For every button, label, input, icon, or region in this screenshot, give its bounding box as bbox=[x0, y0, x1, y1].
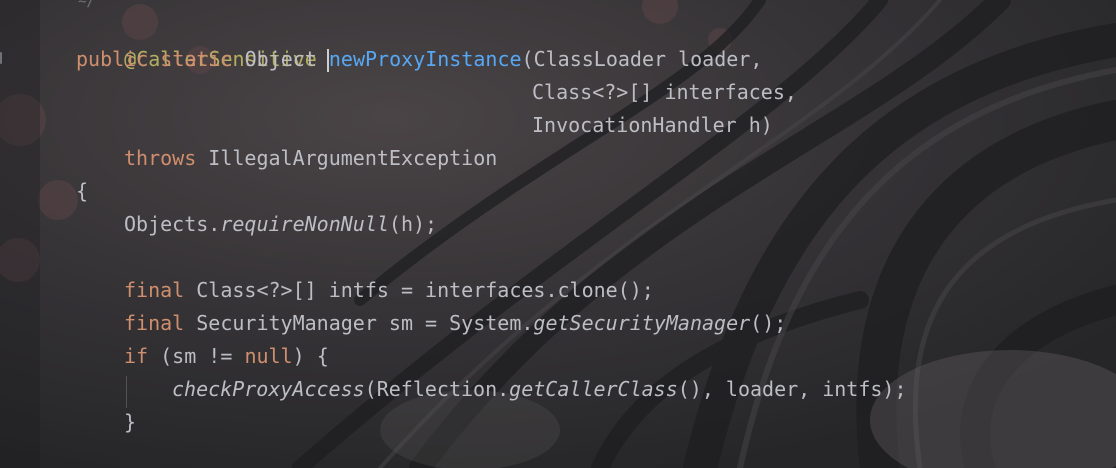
keyword-token: null bbox=[244, 344, 293, 368]
params-token: InvocationHandler h) bbox=[532, 113, 773, 137]
code-token: ) { bbox=[292, 344, 329, 368]
keyword-token: static bbox=[160, 47, 233, 71]
indent-guide bbox=[126, 376, 127, 408]
keyword-token: final bbox=[124, 311, 185, 335]
keyword-token: final bbox=[124, 278, 185, 302]
code-line-4[interactable]: InvocationHandler h) bbox=[532, 109, 773, 142]
static-call-token: getSecurityManager bbox=[533, 311, 751, 335]
params-token: Class<?>[] interfaces, bbox=[532, 80, 797, 104]
code-line-13[interactable]: } bbox=[124, 406, 136, 439]
code-line-5[interactable]: throws IllegalArgumentException bbox=[124, 142, 497, 175]
keyword-token: if bbox=[124, 344, 149, 368]
static-call-token: getCallerClass bbox=[509, 377, 678, 401]
text-caret bbox=[327, 49, 329, 72]
brace-token: { bbox=[76, 179, 89, 203]
code-line-11[interactable]: if (sm != null) { bbox=[124, 340, 329, 373]
code-token: (sm != bbox=[160, 344, 245, 368]
code-token: (Reflection. bbox=[364, 377, 510, 401]
static-call-token: checkProxyAccess bbox=[172, 377, 365, 401]
keyword-token: throws bbox=[124, 146, 197, 170]
static-call-token: requireNonNull bbox=[220, 212, 389, 236]
code-line-9[interactable]: final Class<?>[] intfs = interfaces.clon… bbox=[124, 274, 654, 307]
folded-code-icon: ~/ bbox=[78, 0, 95, 10]
code-token: (); bbox=[750, 311, 787, 335]
code-editor[interactable]: ~/ @CallerSensitive public static Object… bbox=[0, 0, 1116, 468]
code-line-3[interactable]: Class<?>[] interfaces, bbox=[532, 76, 797, 109]
code-token: (), loader, intfs); bbox=[677, 377, 907, 401]
exception-token: IllegalArgumentException bbox=[208, 146, 498, 170]
code-line-7[interactable]: Objects.requireNonNull(h); bbox=[124, 208, 437, 241]
code-line-10[interactable]: final SecurityManager sm = System.getSec… bbox=[124, 307, 786, 340]
code-token: (h); bbox=[388, 212, 438, 236]
code-line-12[interactable]: checkProxyAccess(Reflection.getCallerCla… bbox=[172, 373, 907, 406]
brace-token: } bbox=[124, 410, 137, 434]
code-line-1[interactable]: @CallerSensitive bbox=[76, 10, 317, 71]
code-line-2[interactable]: public static Object newProxyInstance(Cl… bbox=[76, 43, 762, 76]
code-line-6[interactable]: { bbox=[76, 175, 88, 208]
method-name-token[interactable]: newProxyInstance bbox=[329, 47, 522, 71]
code-token: Objects. bbox=[124, 212, 221, 236]
type-token: Object bbox=[244, 47, 317, 71]
code-token: SecurityManager sm = System. bbox=[196, 311, 534, 335]
keyword-token: public bbox=[76, 47, 149, 71]
code-token: Class<?>[] intfs = interfaces.clone(); bbox=[196, 278, 654, 302]
params-token: (ClassLoader loader, bbox=[521, 47, 763, 71]
